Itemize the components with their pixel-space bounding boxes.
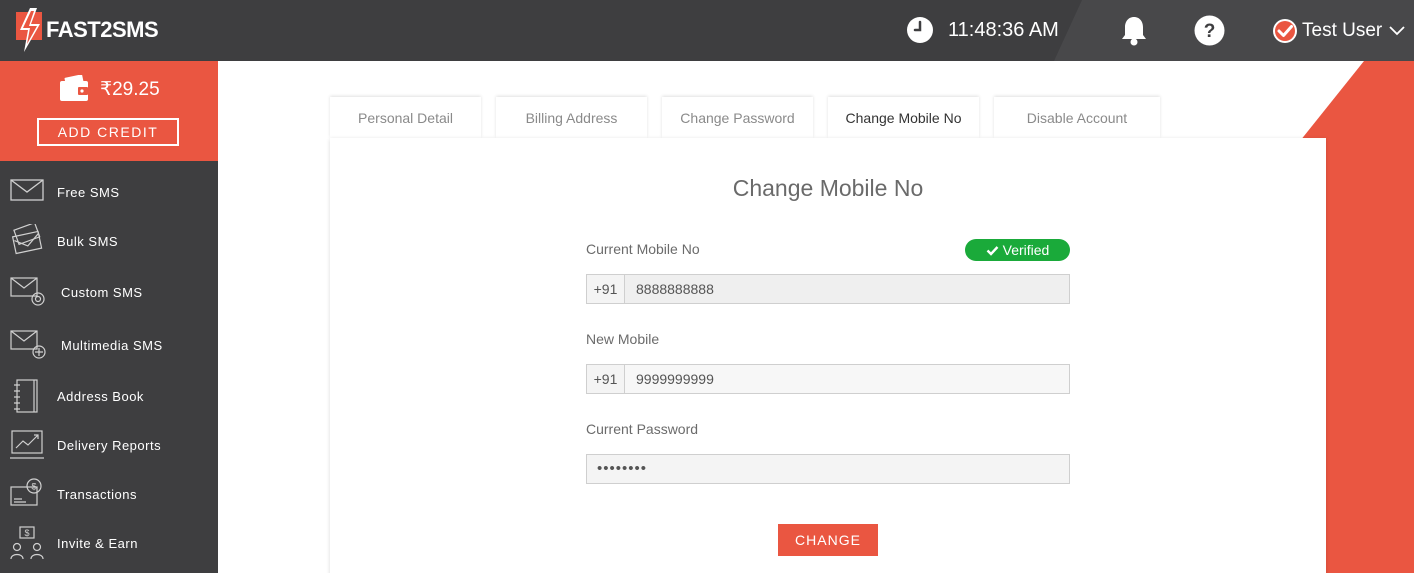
sidebar-item-address-book[interactable]: Address Book [0, 373, 218, 419]
user-name: Test User [1302, 20, 1383, 41]
lightning-logo-icon [16, 8, 42, 52]
invite-people-icon: $ [10, 526, 44, 560]
brand-name: FAST2SMS [46, 17, 159, 42]
svg-text:$: $ [31, 482, 36, 492]
sidebar-item-transactions[interactable]: $ Transactions [0, 471, 218, 517]
stacked-envelopes-icon [11, 224, 43, 255]
brand-logo[interactable]: FAST2SMS [14, 8, 159, 52]
sidebar-item-label: Bulk SMS [57, 233, 119, 249]
current-time: 11:48:36 AM [948, 18, 1059, 41]
tab-change-mobile-no[interactable]: Change Mobile No [828, 97, 979, 138]
password-input[interactable]: •••••••• [587, 455, 1069, 483]
sidebar: ₹29.25 ADD CREDIT Free SMS Bulk SMS Cust… [0, 61, 218, 573]
sidebar-item-label: Custom SMS [61, 284, 143, 300]
current-password-label: Current Password [586, 421, 699, 437]
sidebar-item-label: Multimedia SMS [61, 337, 163, 353]
verified-check-icon [1273, 19, 1297, 43]
svg-text:?: ? [1204, 21, 1216, 42]
wallet-panel: ₹29.25 ADD CREDIT [0, 61, 218, 161]
sidebar-item-label: Invite & Earn [57, 535, 138, 551]
tab-change-password[interactable]: Change Password [662, 97, 813, 138]
address-book-icon [14, 379, 38, 413]
change-mobile-panel: Change Mobile No Current Mobile No Verif… [330, 138, 1326, 573]
top-bar: FAST2SMS 11:48:36 AM ? Test User [0, 0, 1414, 61]
verified-badge: Verified [965, 239, 1070, 261]
country-code-prefix: +91 [587, 365, 625, 393]
change-button[interactable]: CHANGE [778, 524, 878, 556]
transactions-icon: $ [10, 478, 42, 506]
envelope-gear-icon [10, 277, 45, 306]
svg-text:$: $ [24, 528, 29, 538]
clock: 11:48:36 AM [906, 16, 1059, 44]
check-icon [986, 245, 999, 256]
chevron-down-icon [1389, 26, 1405, 36]
sidebar-item-bulk-sms[interactable]: Bulk SMS [0, 218, 218, 264]
chart-report-icon [10, 430, 44, 459]
tab-billing-address[interactable]: Billing Address [496, 97, 647, 138]
country-code-prefix: +91 [587, 275, 625, 303]
sidebar-item-label: Free SMS [57, 184, 120, 200]
sidebar-item-custom-sms[interactable]: Custom SMS [0, 269, 218, 315]
notifications-button[interactable] [1120, 15, 1148, 52]
wallet-icon [60, 75, 88, 101]
sidebar-item-invite-earn[interactable]: $ Invite & Earn [0, 520, 218, 566]
current-mobile-label: Current Mobile No [586, 241, 700, 257]
tab-disable-account[interactable]: Disable Account [994, 97, 1160, 138]
user-menu[interactable]: Test User [1272, 18, 1406, 44]
envelope-icon [10, 179, 44, 201]
wallet-amount: ₹29.25 [100, 78, 160, 100]
current-mobile-field: +91 8888888888 [586, 274, 1070, 304]
new-mobile-field[interactable]: +91 9999999999 [586, 364, 1070, 394]
bell-icon [1122, 17, 1146, 46]
help-button[interactable]: ? [1194, 15, 1225, 51]
wallet-balance: ₹29.25 [58, 75, 160, 103]
verified-label: Verified [1002, 242, 1050, 258]
sidebar-item-free-sms[interactable]: Free SMS [0, 169, 218, 215]
current-mobile-value: 8888888888 [625, 275, 1069, 303]
new-mobile-input[interactable]: 9999999999 [625, 365, 1069, 393]
tab-personal-detail[interactable]: Personal Detail [330, 97, 481, 138]
sidebar-item-multimedia-sms[interactable]: Multimedia SMS [0, 322, 218, 368]
current-password-field[interactable]: •••••••• [586, 454, 1070, 484]
sidebar-item-label: Delivery Reports [57, 437, 162, 453]
sidebar-item-label: Transactions [57, 486, 137, 502]
envelope-plus-icon [10, 330, 46, 359]
new-mobile-label: New Mobile [586, 331, 660, 347]
clock-icon [907, 17, 933, 43]
panel-title: Change Mobile No [732, 175, 924, 201]
question-icon: ? [1194, 15, 1225, 46]
sidebar-item-label: Address Book [57, 388, 144, 404]
add-credit-button[interactable]: ADD CREDIT [37, 118, 179, 146]
sidebar-item-delivery-reports[interactable]: Delivery Reports [0, 422, 218, 468]
